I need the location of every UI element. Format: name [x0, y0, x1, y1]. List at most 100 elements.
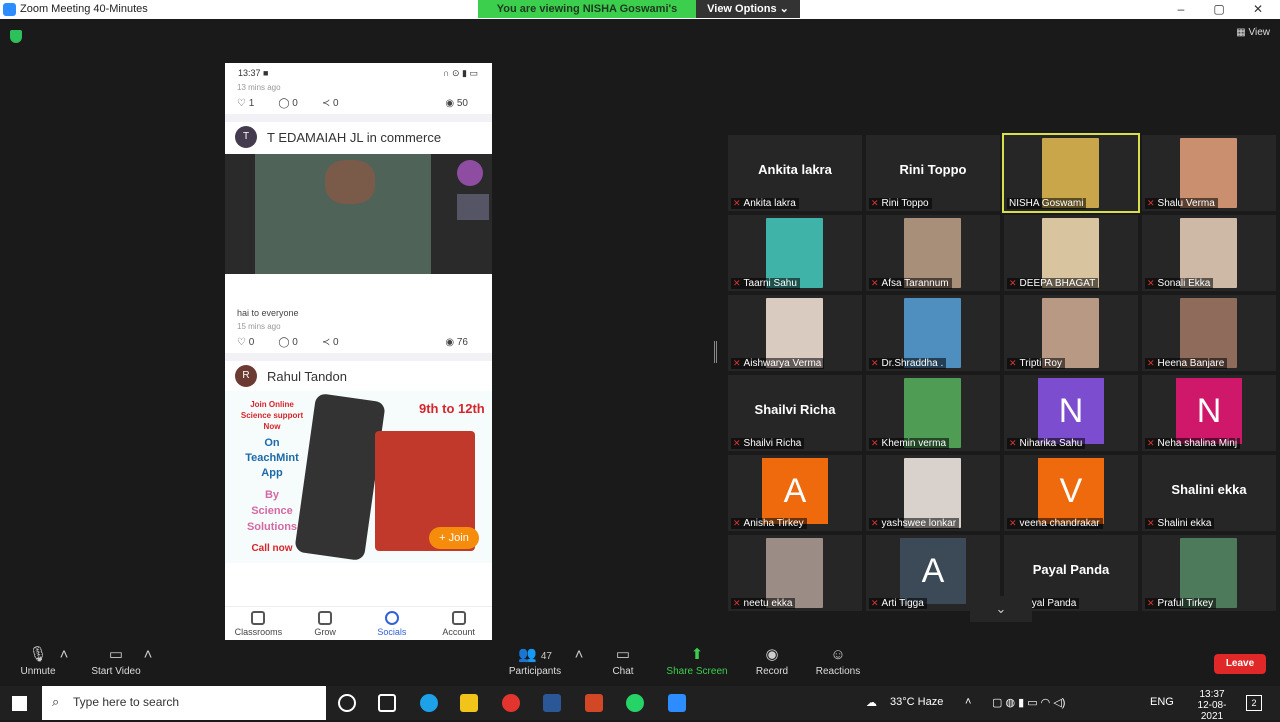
splitter-handle[interactable] [714, 341, 717, 363]
nav-grow[interactable]: Grow [292, 607, 359, 642]
participant-name-label: ✕ Niharika Sahu [1007, 438, 1086, 449]
participants-caret[interactable]: ˄ [573, 644, 585, 666]
participant-tile[interactable]: N ✕ Neha shalina Minj [1142, 375, 1276, 451]
participant-name-label: ✕ Shalu Verma [1145, 198, 1218, 209]
participant-tile[interactable]: ✕ Tripti Roy [1004, 295, 1138, 371]
video-options-caret[interactable]: ˄ [142, 644, 154, 666]
security-shield-icon[interactable] [10, 30, 22, 43]
chat-icon: ▭ [615, 646, 631, 663]
participant-tile[interactable]: ✕ Dr.Shraddha . [866, 295, 1000, 371]
record-button[interactable]: ◉ Record [752, 644, 792, 677]
view-options-button[interactable]: View Options ⌄ [696, 0, 800, 18]
participant-tile[interactable]: ✕ yashswee lonkar [866, 455, 1000, 531]
participant-tile[interactable]: A ✕ Anisha Tirkey [728, 455, 862, 531]
window-title: Zoom Meeting 40-Minutes [20, 3, 148, 15]
tray-expand-icon[interactable]: ˄ [965, 696, 971, 708]
video-off-icon: ▭ [108, 646, 124, 663]
mic-muted-icon: ✕ [871, 518, 879, 528]
record-icon: ◉ [765, 646, 779, 663]
participant-tile[interactable]: ✕ Taarni Sahu [728, 215, 862, 291]
minimize-button[interactable]: – [1163, 0, 1199, 19]
unmute-button[interactable]: 🎙 Unmute [18, 644, 58, 677]
zoom-taskbar-icon[interactable] [668, 694, 686, 712]
participant-tile[interactable]: Shalini ekka ✕ Shalini ekka [1142, 455, 1276, 531]
share-button[interactable]: ≺ 0 [322, 337, 351, 348]
weather-label[interactable]: 33°C Haze [890, 696, 943, 708]
chat-button[interactable]: ▭ Chat [606, 644, 640, 677]
participant-tile[interactable]: ✕ Khemin verma [866, 375, 1000, 451]
edge-icon[interactable] [420, 694, 438, 712]
post-author[interactable]: Rahul Tandon [267, 369, 347, 384]
join-button[interactable]: + Join [429, 527, 479, 549]
participant-tile[interactable]: ✕ neetu ekka [728, 535, 862, 611]
post-time: 13 mins ago [237, 83, 281, 92]
close-button[interactable]: ✕ [1240, 0, 1276, 19]
post-time: 15 mins ago [237, 322, 281, 331]
clock-date: 12-08-2021 [1197, 700, 1227, 722]
participant-name-label: ✕ DEEPA BHAGAT [1007, 278, 1099, 289]
share-button[interactable]: ≺ 0 [322, 98, 351, 109]
participants-button[interactable]: 👥 47 Participants [505, 644, 565, 677]
participant-tile[interactable]: ✕ Aishwarya Verma [728, 295, 862, 371]
post-reactions: ♡ 0 ◯ 0 ≺ 0 ◉ 76 [225, 331, 492, 353]
nav-account[interactable]: Account [425, 607, 492, 642]
participant-tile[interactable]: ✕ Afsa Tarannum [866, 215, 1000, 291]
post-video[interactable] [225, 154, 492, 274]
like-button[interactable]: ♡ 0 [237, 337, 266, 348]
comment-button[interactable]: ◯ 0 [278, 337, 310, 348]
participant-tile[interactable]: Shailvi Richa ✕ Shailvi Richa [728, 375, 862, 451]
view-button[interactable]: ▦ View [1236, 27, 1270, 38]
mic-muted-icon: ✕ [1009, 358, 1017, 368]
weather-icon[interactable]: ☁ [866, 696, 877, 709]
start-video-button[interactable]: ▭ Start Video [88, 644, 144, 677]
divider [225, 353, 492, 361]
promo-image[interactable]: Join Online Science support Now On TeachMi… [225, 391, 492, 563]
participant-tile[interactable]: ✕ DEEPA BHAGAT [1004, 215, 1138, 291]
participant-tile[interactable]: ✕ Praful Tirkey [1142, 535, 1276, 611]
leave-button[interactable]: Leave [1214, 654, 1266, 674]
participant-tile[interactable]: NISHA Goswami [1002, 133, 1140, 213]
like-button[interactable]: ♡ 1 [237, 98, 266, 109]
participant-tile[interactable]: ✕ Shalu Verma [1142, 135, 1276, 211]
participant-tile[interactable]: N ✕ Niharika Sahu [1004, 375, 1138, 451]
mic-muted-icon: ✕ [871, 198, 879, 208]
task-view-icon[interactable] [378, 694, 396, 712]
file-explorer-icon[interactable] [460, 694, 478, 712]
participant-tile[interactable]: ✕ Sonali Ekka [1142, 215, 1276, 291]
reactions-button[interactable]: ☺ Reactions [812, 644, 864, 677]
whatsapp-icon[interactable] [626, 694, 644, 712]
screen-share-banner: You are viewing NISHA Goswami's screen V… [478, 0, 800, 33]
participant-tile[interactable]: Rini Toppo ✕ Rini Toppo [866, 135, 1000, 211]
next-page-chevron-icon[interactable]: ⌄ [970, 596, 1032, 622]
maximize-button[interactable]: ▢ [1201, 0, 1237, 19]
word-icon[interactable] [543, 694, 561, 712]
participant-avatar-letter: A [900, 538, 966, 604]
comment-button[interactable]: ◯ 0 [278, 98, 310, 109]
taskbar-search[interactable]: ⌕ Type here to search [42, 686, 326, 720]
nav-socials[interactable]: Socials [359, 607, 426, 642]
mic-muted-icon: ✕ [1147, 278, 1155, 288]
participant-tile[interactable]: V ✕ veena chandrakar [1004, 455, 1138, 531]
mic-muted-icon: ✕ [871, 438, 879, 448]
participant-name-label: ✕ Sonali Ekka [1145, 278, 1214, 289]
mic-muted-icon: ✕ [1009, 278, 1017, 288]
mic-muted-icon: ✕ [733, 278, 741, 288]
tray-icons[interactable]: ▢ ◍ ▮ ▭ ◠ ◁) [992, 696, 1065, 709]
participant-tile[interactable]: ✕ Heena Banjare [1142, 295, 1276, 371]
audio-options-caret[interactable]: ˄ [58, 644, 70, 666]
powerpoint-icon[interactable] [585, 694, 603, 712]
chrome-icon[interactable] [502, 694, 520, 712]
participant-tile[interactable]: Ankita lakra ✕ Ankita lakra [728, 135, 862, 211]
notification-icon[interactable]: 2 [1246, 695, 1262, 711]
language-label[interactable]: ENG [1150, 696, 1174, 708]
zoom-icon [3, 3, 16, 16]
mic-muted-icon: ✕ [871, 598, 879, 608]
nav-classrooms[interactable]: Classrooms [225, 607, 292, 642]
mic-muted-icon: ✕ [733, 358, 741, 368]
post-author[interactable]: T EDAMAIAH JL in commerce [267, 130, 441, 145]
cortana-icon[interactable] [338, 694, 356, 712]
clock[interactable]: 13:37 12-08-2021 [1190, 689, 1234, 722]
mic-muted-icon: ✕ [1147, 598, 1155, 608]
windows-start-icon[interactable] [12, 696, 27, 711]
share-screen-button[interactable]: ⬆ Share Screen [664, 644, 730, 677]
